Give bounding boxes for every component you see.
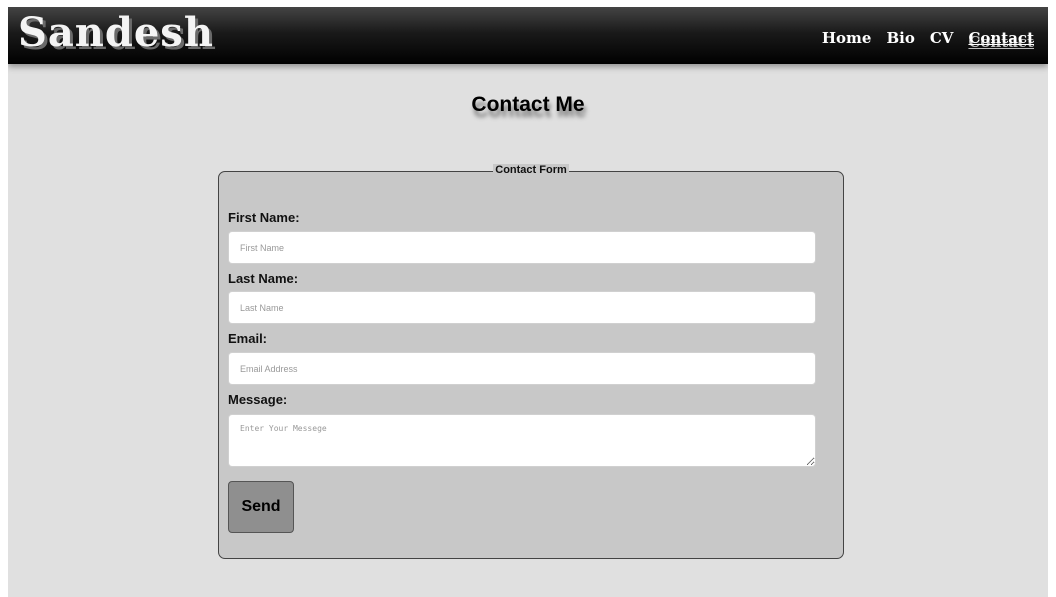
message-label: Message: xyxy=(228,392,288,407)
page-title: Contact Me xyxy=(471,93,585,116)
email-label: Email: xyxy=(228,331,268,346)
contact-form: Contact Form First Name: Last Name: Emai… xyxy=(218,164,844,559)
form-legend-text: Contact Form xyxy=(493,164,569,176)
nav-cv-link[interactable]: CV xyxy=(930,29,954,47)
nav-bio-link[interactable]: Bio xyxy=(886,29,914,47)
page-frame: Sandesh Home Bio CV Contact Contact Me C… xyxy=(8,7,1048,597)
last-name-input[interactable] xyxy=(228,291,816,324)
site-logo[interactable]: Sandesh xyxy=(18,9,214,56)
first-name-input[interactable] xyxy=(228,231,816,264)
email-input[interactable] xyxy=(228,352,816,385)
form-legend: Contact Form xyxy=(219,164,843,176)
first-name-label: First Name: xyxy=(228,210,300,225)
send-button[interactable]: Send xyxy=(228,481,294,533)
main-nav: Home Bio CV Contact xyxy=(822,29,1034,47)
last-name-label: Last Name: xyxy=(228,271,299,286)
nav-home-link[interactable]: Home xyxy=(822,29,872,47)
site-header: Sandesh Home Bio CV Contact xyxy=(8,7,1048,64)
nav-contact-link[interactable]: Contact xyxy=(968,29,1034,47)
message-textarea[interactable] xyxy=(228,414,816,467)
